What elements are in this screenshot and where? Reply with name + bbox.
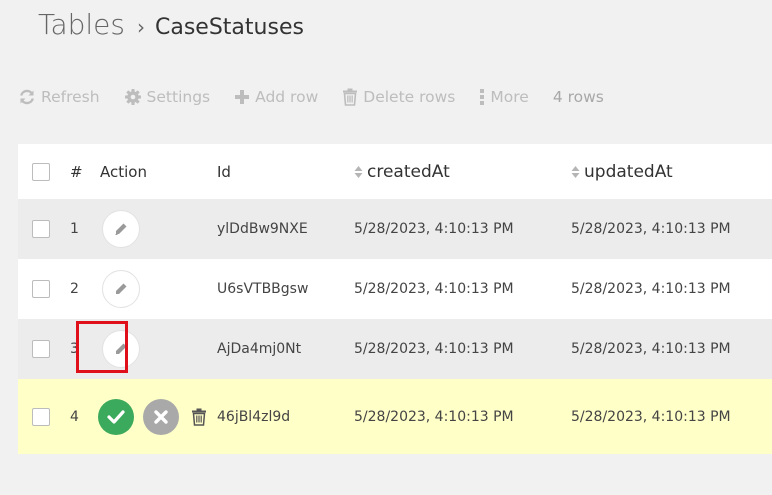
row-updated-at: 5/28/2023, 4:10:13 PM xyxy=(571,221,731,237)
more-button[interactable]: More xyxy=(479,88,529,106)
data-table: # Action Id createdAt updatedAt 1 ylDdBw… xyxy=(18,144,772,454)
header-created-at[interactable]: createdAt xyxy=(354,162,450,182)
select-all-checkbox[interactable] xyxy=(32,162,50,181)
row-updated-at: 5/28/2023, 4:10:13 PM xyxy=(571,341,731,357)
row-checkbox[interactable] xyxy=(32,220,50,238)
check-icon xyxy=(107,409,125,424)
row-id: U6sVTBBgsw xyxy=(217,281,309,297)
table-header-row: # Action Id createdAt updatedAt xyxy=(18,144,772,199)
row-checkbox[interactable] xyxy=(32,407,50,426)
edit-row-button[interactable] xyxy=(102,210,140,248)
more-vertical-icon xyxy=(480,89,485,105)
row-created-at: 5/28/2023, 4:10:13 PM xyxy=(354,221,514,237)
table-row-editing: 4 46jBl4zl9d 5/28/2023, 4:10:13 PM 5/28/… xyxy=(18,379,772,454)
breadcrumb-tables-link[interactable]: Tables xyxy=(38,8,125,41)
row-created-at: 5/28/2023, 4:10:13 PM xyxy=(354,408,514,425)
breadcrumb-separator: › xyxy=(137,15,145,39)
row-id: AjDa4mj0Nt xyxy=(217,341,302,357)
add-row-button[interactable]: Add row xyxy=(234,88,318,106)
delete-rows-button[interactable]: Delete rows xyxy=(342,88,455,106)
page-title: CaseStatuses xyxy=(155,15,304,40)
row-updated-at: 5/28/2023, 4:10:13 PM xyxy=(571,408,731,425)
header-id: Id xyxy=(217,162,231,181)
header-updated-at[interactable]: updatedAt xyxy=(571,162,673,182)
breadcrumb: Tables › CaseStatuses xyxy=(38,8,304,41)
toolbar: Refresh Settings Add row Delete rows Mor… xyxy=(18,88,628,106)
row-number: 1 xyxy=(70,221,79,237)
table-row: 2 U6sVTBBgsw 5/28/2023, 4:10:13 PM 5/28/… xyxy=(18,259,772,319)
table-row: 3 AjDa4mj0Nt 5/28/2023, 4:10:13 PM 5/28/… xyxy=(18,319,772,379)
row-checkbox[interactable] xyxy=(32,340,50,358)
cancel-edit-button[interactable] xyxy=(143,398,179,435)
row-number: 4 xyxy=(70,408,79,425)
pencil-icon xyxy=(116,283,127,294)
header-number: # xyxy=(70,162,83,181)
refresh-label: Refresh xyxy=(41,88,100,106)
row-count: 4 rows xyxy=(552,88,604,106)
pencil-icon xyxy=(115,223,127,235)
save-row-button[interactable] xyxy=(98,398,134,435)
edit-row-button[interactable] xyxy=(102,270,140,308)
refresh-button[interactable]: Refresh xyxy=(18,88,100,106)
row-updated-at: 5/28/2023, 4:10:13 PM xyxy=(571,281,731,297)
close-icon xyxy=(154,409,168,424)
row-checkbox[interactable] xyxy=(32,280,50,298)
settings-button[interactable]: Settings xyxy=(124,88,211,106)
header-action: Action xyxy=(100,162,147,181)
gear-icon xyxy=(124,89,141,105)
row-created-at: 5/28/2023, 4:10:13 PM xyxy=(354,341,514,357)
row-id: ylDdBw9NXE xyxy=(217,221,308,237)
trash-icon xyxy=(192,408,206,426)
highlight-box xyxy=(76,321,128,373)
more-label: More xyxy=(490,88,529,106)
table-row: 1 ylDdBw9NXE 5/28/2023, 4:10:13 PM 5/28/… xyxy=(18,199,772,259)
delete-row-button[interactable] xyxy=(191,408,207,426)
row-id: 46jBl4zl9d xyxy=(217,408,291,425)
settings-label: Settings xyxy=(146,88,211,106)
refresh-icon xyxy=(20,89,34,105)
header-updated-at-label: updatedAt xyxy=(584,161,673,182)
delete-rows-label: Delete rows xyxy=(363,88,456,106)
add-row-label: Add row xyxy=(255,88,319,106)
row-number: 2 xyxy=(70,281,79,297)
row-created-at: 5/28/2023, 4:10:13 PM xyxy=(354,281,514,297)
header-created-at-label: createdAt xyxy=(367,161,450,182)
sort-icon xyxy=(354,165,363,178)
sort-icon xyxy=(571,165,580,178)
trash-icon xyxy=(343,88,358,106)
plus-icon xyxy=(235,90,250,104)
